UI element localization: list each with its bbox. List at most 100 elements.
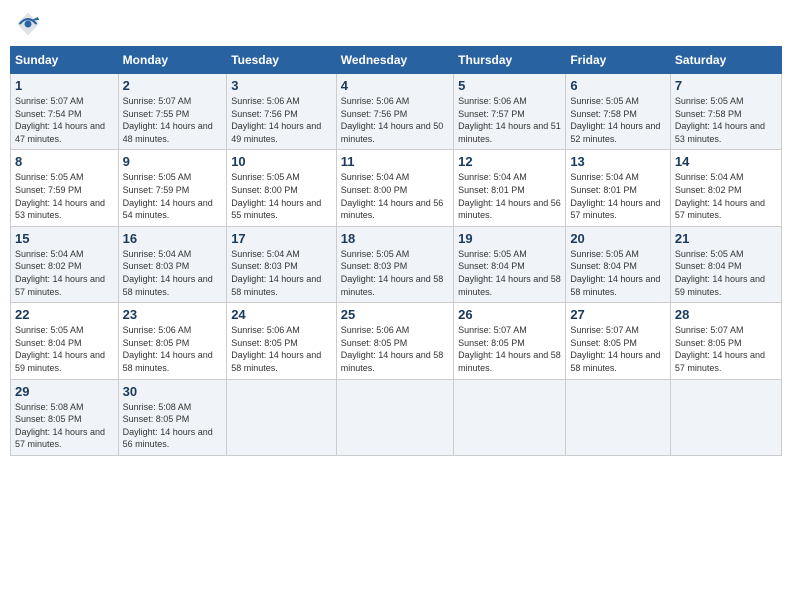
day-number: 13 (570, 154, 666, 169)
day-info: Sunrise: 5:07 AM Sunset: 8:05 PM Dayligh… (675, 324, 777, 374)
calendar-week-row: 8 Sunrise: 5:05 AM Sunset: 7:59 PM Dayli… (11, 150, 782, 226)
day-info: Sunrise: 5:05 AM Sunset: 8:04 PM Dayligh… (458, 248, 561, 298)
day-number: 20 (570, 231, 666, 246)
day-number: 4 (341, 78, 449, 93)
day-info: Sunrise: 5:07 AM Sunset: 7:55 PM Dayligh… (123, 95, 223, 145)
weekday-header: Friday (566, 47, 671, 74)
day-number: 15 (15, 231, 114, 246)
day-number: 10 (231, 154, 332, 169)
day-info: Sunrise: 5:04 AM Sunset: 8:02 PM Dayligh… (15, 248, 114, 298)
calendar-cell: 3 Sunrise: 5:06 AM Sunset: 7:56 PM Dayli… (227, 74, 337, 150)
calendar-cell: 12 Sunrise: 5:04 AM Sunset: 8:01 PM Dayl… (454, 150, 566, 226)
calendar-cell (454, 379, 566, 455)
calendar-week-row: 29 Sunrise: 5:08 AM Sunset: 8:05 PM Dayl… (11, 379, 782, 455)
day-number: 17 (231, 231, 332, 246)
calendar-cell: 23 Sunrise: 5:06 AM Sunset: 8:05 PM Dayl… (118, 303, 227, 379)
calendar-cell: 14 Sunrise: 5:04 AM Sunset: 8:02 PM Dayl… (670, 150, 781, 226)
calendar-cell: 15 Sunrise: 5:04 AM Sunset: 8:02 PM Dayl… (11, 226, 119, 302)
calendar-week-row: 1 Sunrise: 5:07 AM Sunset: 7:54 PM Dayli… (11, 74, 782, 150)
day-info: Sunrise: 5:05 AM Sunset: 7:59 PM Dayligh… (15, 171, 114, 221)
day-number: 7 (675, 78, 777, 93)
day-info: Sunrise: 5:07 AM Sunset: 7:54 PM Dayligh… (15, 95, 114, 145)
calendar-cell: 5 Sunrise: 5:06 AM Sunset: 7:57 PM Dayli… (454, 74, 566, 150)
day-number: 11 (341, 154, 449, 169)
day-info: Sunrise: 5:07 AM Sunset: 8:05 PM Dayligh… (570, 324, 666, 374)
calendar-cell: 21 Sunrise: 5:05 AM Sunset: 8:04 PM Dayl… (670, 226, 781, 302)
calendar-cell: 27 Sunrise: 5:07 AM Sunset: 8:05 PM Dayl… (566, 303, 671, 379)
page-header (10, 10, 782, 38)
weekday-header: Saturday (670, 47, 781, 74)
day-number: 19 (458, 231, 561, 246)
day-number: 28 (675, 307, 777, 322)
day-number: 30 (123, 384, 223, 399)
day-info: Sunrise: 5:06 AM Sunset: 8:05 PM Dayligh… (123, 324, 223, 374)
day-number: 12 (458, 154, 561, 169)
day-info: Sunrise: 5:06 AM Sunset: 7:56 PM Dayligh… (231, 95, 332, 145)
day-number: 14 (675, 154, 777, 169)
calendar-cell: 18 Sunrise: 5:05 AM Sunset: 8:03 PM Dayl… (336, 226, 453, 302)
calendar-week-row: 22 Sunrise: 5:05 AM Sunset: 8:04 PM Dayl… (11, 303, 782, 379)
day-number: 1 (15, 78, 114, 93)
calendar-cell: 24 Sunrise: 5:06 AM Sunset: 8:05 PM Dayl… (227, 303, 337, 379)
calendar-cell (336, 379, 453, 455)
day-number: 16 (123, 231, 223, 246)
weekday-header: Sunday (11, 47, 119, 74)
calendar-cell: 25 Sunrise: 5:06 AM Sunset: 8:05 PM Dayl… (336, 303, 453, 379)
day-number: 6 (570, 78, 666, 93)
day-info: Sunrise: 5:06 AM Sunset: 7:56 PM Dayligh… (341, 95, 449, 145)
day-info: Sunrise: 5:08 AM Sunset: 8:05 PM Dayligh… (15, 401, 114, 451)
day-number: 18 (341, 231, 449, 246)
calendar-cell: 1 Sunrise: 5:07 AM Sunset: 7:54 PM Dayli… (11, 74, 119, 150)
calendar-cell: 16 Sunrise: 5:04 AM Sunset: 8:03 PM Dayl… (118, 226, 227, 302)
calendar-cell: 30 Sunrise: 5:08 AM Sunset: 8:05 PM Dayl… (118, 379, 227, 455)
calendar-cell: 6 Sunrise: 5:05 AM Sunset: 7:58 PM Dayli… (566, 74, 671, 150)
day-info: Sunrise: 5:06 AM Sunset: 8:05 PM Dayligh… (231, 324, 332, 374)
day-info: Sunrise: 5:04 AM Sunset: 8:03 PM Dayligh… (231, 248, 332, 298)
day-number: 26 (458, 307, 561, 322)
day-info: Sunrise: 5:06 AM Sunset: 8:05 PM Dayligh… (341, 324, 449, 374)
logo-icon (14, 10, 42, 38)
weekday-header-row: SundayMondayTuesdayWednesdayThursdayFrid… (11, 47, 782, 74)
day-number: 21 (675, 231, 777, 246)
day-number: 22 (15, 307, 114, 322)
logo (14, 10, 46, 38)
weekday-header: Wednesday (336, 47, 453, 74)
day-info: Sunrise: 5:05 AM Sunset: 8:04 PM Dayligh… (675, 248, 777, 298)
day-number: 29 (15, 384, 114, 399)
day-info: Sunrise: 5:04 AM Sunset: 8:03 PM Dayligh… (123, 248, 223, 298)
day-info: Sunrise: 5:05 AM Sunset: 7:59 PM Dayligh… (123, 171, 223, 221)
calendar-cell: 22 Sunrise: 5:05 AM Sunset: 8:04 PM Dayl… (11, 303, 119, 379)
day-info: Sunrise: 5:07 AM Sunset: 8:05 PM Dayligh… (458, 324, 561, 374)
day-number: 3 (231, 78, 332, 93)
calendar-cell: 4 Sunrise: 5:06 AM Sunset: 7:56 PM Dayli… (336, 74, 453, 150)
day-info: Sunrise: 5:05 AM Sunset: 8:00 PM Dayligh… (231, 171, 332, 221)
day-number: 2 (123, 78, 223, 93)
day-info: Sunrise: 5:05 AM Sunset: 7:58 PM Dayligh… (675, 95, 777, 145)
day-number: 23 (123, 307, 223, 322)
day-number: 9 (123, 154, 223, 169)
calendar-cell: 9 Sunrise: 5:05 AM Sunset: 7:59 PM Dayli… (118, 150, 227, 226)
day-number: 27 (570, 307, 666, 322)
calendar-cell: 8 Sunrise: 5:05 AM Sunset: 7:59 PM Dayli… (11, 150, 119, 226)
calendar-cell: 29 Sunrise: 5:08 AM Sunset: 8:05 PM Dayl… (11, 379, 119, 455)
calendar-cell: 13 Sunrise: 5:04 AM Sunset: 8:01 PM Dayl… (566, 150, 671, 226)
weekday-header: Thursday (454, 47, 566, 74)
day-info: Sunrise: 5:04 AM Sunset: 8:00 PM Dayligh… (341, 171, 449, 221)
day-info: Sunrise: 5:05 AM Sunset: 8:03 PM Dayligh… (341, 248, 449, 298)
calendar-cell (670, 379, 781, 455)
day-info: Sunrise: 5:05 AM Sunset: 8:04 PM Dayligh… (570, 248, 666, 298)
calendar-cell: 7 Sunrise: 5:05 AM Sunset: 7:58 PM Dayli… (670, 74, 781, 150)
weekday-header: Monday (118, 47, 227, 74)
day-number: 25 (341, 307, 449, 322)
weekday-header: Tuesday (227, 47, 337, 74)
day-info: Sunrise: 5:04 AM Sunset: 8:01 PM Dayligh… (570, 171, 666, 221)
calendar-cell: 20 Sunrise: 5:05 AM Sunset: 8:04 PM Dayl… (566, 226, 671, 302)
calendar-cell (566, 379, 671, 455)
day-number: 5 (458, 78, 561, 93)
day-info: Sunrise: 5:05 AM Sunset: 7:58 PM Dayligh… (570, 95, 666, 145)
calendar-table: SundayMondayTuesdayWednesdayThursdayFrid… (10, 46, 782, 456)
day-info: Sunrise: 5:05 AM Sunset: 8:04 PM Dayligh… (15, 324, 114, 374)
day-info: Sunrise: 5:04 AM Sunset: 8:01 PM Dayligh… (458, 171, 561, 221)
day-number: 24 (231, 307, 332, 322)
day-info: Sunrise: 5:08 AM Sunset: 8:05 PM Dayligh… (123, 401, 223, 451)
